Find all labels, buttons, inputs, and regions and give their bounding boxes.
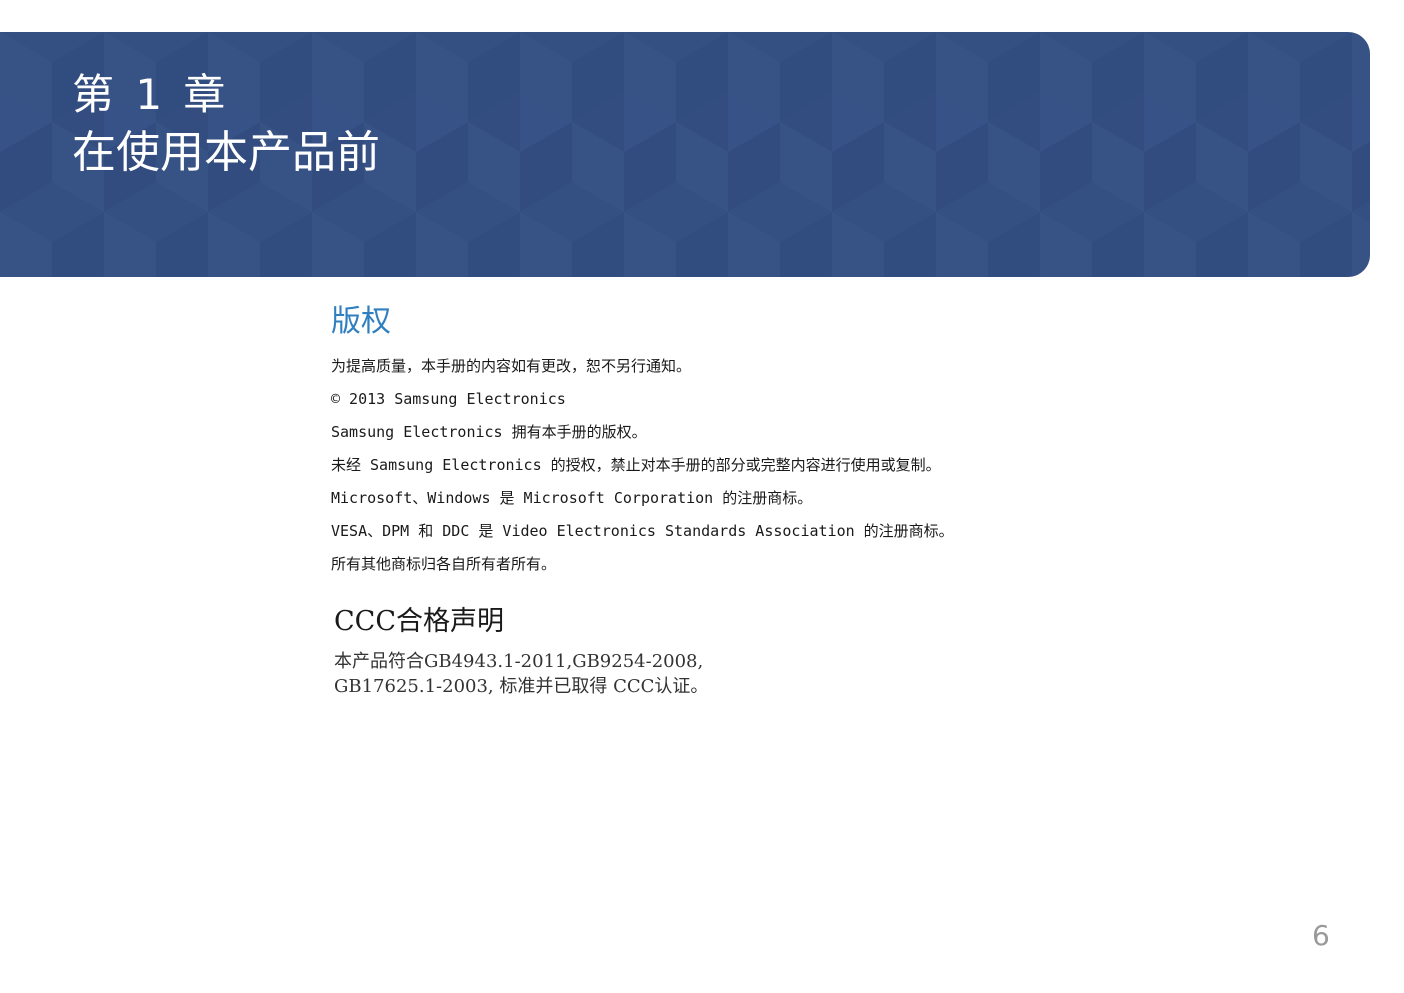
ccc-heading: CCC合格声明 [334,606,504,637]
ccc-line: GB17625.1-2003, 标准并已取得 CCC认证。 [334,676,709,697]
copyright-paragraph: 未经 Samsung Electronics 的授权，禁止对本手册的部分或完整内… [331,456,941,474]
copyright-paragraph: Microsoft、Windows 是 Microsoft Corporatio… [331,489,813,507]
chapter-number: 第 1 章 [72,70,230,119]
copyright-paragraph: 为提高质量，本手册的内容如有更改，恕不另行通知。 [331,357,692,375]
ccc-line: 本产品符合GB4943.1-2011,GB9254-2008, [334,651,704,672]
copyright-paragraph: © 2013 Samsung Electronics [331,390,566,408]
chapter-title: 在使用本产品前 [72,127,380,178]
page-number: 6 [1312,919,1330,952]
copyright-section: 版权 为提高质量，本手册的内容如有更改，恕不另行通知。 © 2013 Samsu… [331,302,1231,587]
copyright-heading: 版权 [331,304,391,339]
ccc-section: CCC合格声明 本产品符合GB4943.1-2011,GB9254-2008, … [334,603,1134,699]
chapter-banner: 第 1 章 在使用本产品前 [0,32,1370,277]
copyright-paragraph: Samsung Electronics 拥有本手册的版权。 [331,423,647,441]
copyright-paragraph: VESA、DPM 和 DDC 是 Video Electronics Stand… [331,522,954,540]
copyright-paragraph: 所有其他商标归各自所有者所有。 [331,555,557,573]
